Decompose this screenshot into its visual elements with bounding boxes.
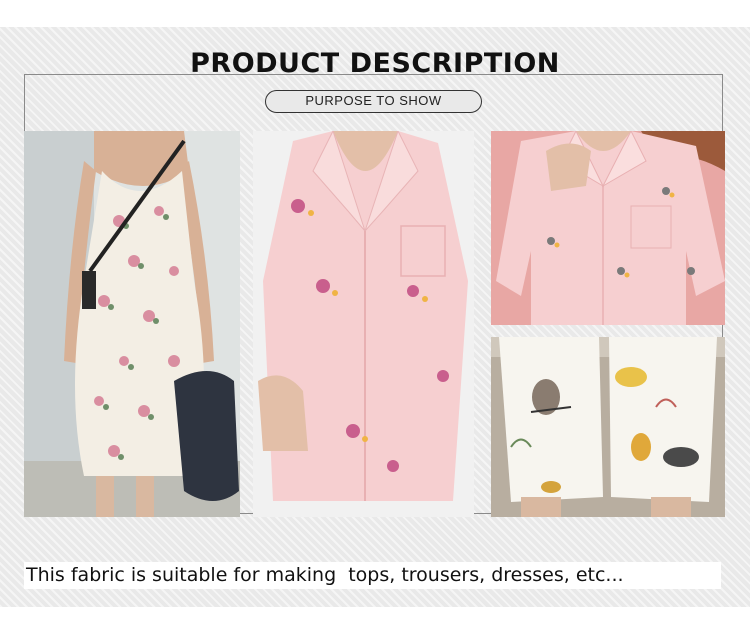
photo-pink-pajama-shirt — [253, 131, 474, 517]
section-subtitle-pill: PURPOSE TO SHOW — [265, 90, 482, 113]
photo-floral-dress — [24, 131, 240, 517]
page-title: PRODUCT DESCRIPTION — [190, 48, 560, 79]
photo-animal-print-shorts — [491, 337, 725, 517]
photo-pink-pajama-set — [491, 131, 725, 325]
fabric-usage-caption: This fabric is suitable for making tops,… — [24, 562, 721, 589]
